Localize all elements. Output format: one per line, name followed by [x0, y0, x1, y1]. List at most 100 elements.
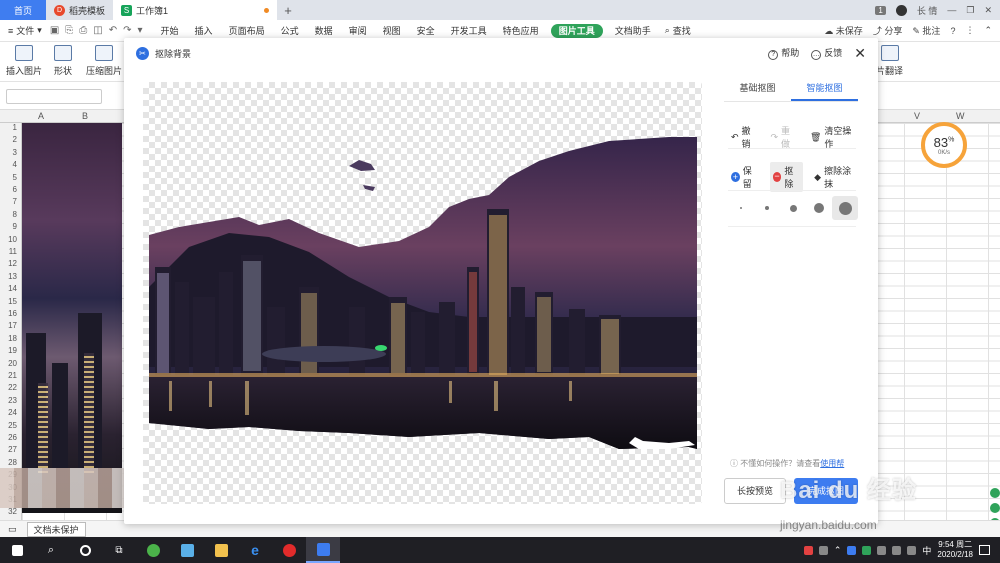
- more-icon[interactable]: ▾: [138, 25, 143, 36]
- save-icon[interactable]: ▣: [50, 25, 59, 36]
- row-header[interactable]: 6: [13, 185, 17, 194]
- brush-size-5[interactable]: [832, 196, 858, 220]
- row-header[interactable]: 28: [8, 458, 17, 467]
- network-speed-widget[interactable]: 83% 0K/s: [921, 122, 967, 168]
- row-header[interactable]: 4: [13, 160, 17, 169]
- app-icon[interactable]: [170, 537, 204, 563]
- keep-button[interactable]: + 保留: [728, 162, 762, 192]
- column-header[interactable]: A: [38, 111, 44, 121]
- row-header[interactable]: 9: [13, 222, 17, 231]
- network-icon[interactable]: [892, 545, 902, 555]
- tray-user-icon[interactable]: [818, 545, 828, 555]
- preview-icon[interactable]: ◫: [93, 25, 102, 36]
- notification-icon[interactable]: [979, 545, 990, 555]
- edge-icon[interactable]: e: [238, 537, 272, 563]
- compress-picture-button[interactable]: 压缩图片: [86, 45, 122, 77]
- new-tab-button[interactable]: +: [277, 3, 299, 18]
- user-avatar[interactable]: [895, 4, 907, 16]
- more-options-icon[interactable]: ⋮: [965, 25, 974, 36]
- menu-picture-tools[interactable]: 图片工具: [550, 23, 603, 38]
- row-header[interactable]: 3: [13, 148, 17, 157]
- cortana-icon[interactable]: [68, 537, 102, 563]
- hold-preview-button[interactable]: 长按预览: [724, 478, 786, 504]
- row-header[interactable]: 12: [8, 259, 17, 268]
- netease-music-icon[interactable]: [272, 537, 306, 563]
- picture-translate-button[interactable]: 片翻译: [876, 45, 903, 77]
- comment-button[interactable]: ✎ 批注: [912, 24, 940, 37]
- row-header[interactable]: 22: [8, 383, 17, 392]
- row-header[interactable]: 19: [8, 346, 17, 355]
- row-header[interactable]: 17: [8, 321, 17, 330]
- battery-icon[interactable]: [877, 545, 887, 555]
- row-header[interactable]: 20: [8, 359, 17, 368]
- row-header[interactable]: 25: [8, 421, 17, 430]
- feedback-button[interactable]: … 反馈: [811, 46, 842, 60]
- brush-size-4[interactable]: [806, 196, 832, 220]
- share-button[interactable]: ⤴ 分享: [873, 24, 903, 37]
- row-header[interactable]: 27: [8, 445, 17, 454]
- row-header[interactable]: 14: [8, 284, 17, 293]
- row-header[interactable]: 7: [13, 197, 17, 206]
- browser-360-icon[interactable]: [136, 537, 170, 563]
- side-button-icon[interactable]: [990, 488, 1000, 498]
- undo-icon[interactable]: ↶: [109, 25, 117, 36]
- wps-icon[interactable]: [306, 537, 340, 563]
- tray-app-icon[interactable]: [803, 545, 813, 555]
- row-header[interactable]: 8: [13, 210, 17, 219]
- brush-size-3[interactable]: [780, 196, 806, 220]
- remove-button[interactable]: − 抠除: [769, 162, 804, 192]
- row-header[interactable]: 21: [8, 371, 17, 380]
- layout-icon[interactable]: ▭: [8, 524, 17, 535]
- row-header[interactable]: 18: [8, 334, 17, 343]
- print-icon[interactable]: ⎙: [79, 25, 87, 36]
- wechat-icon[interactable]: [862, 545, 872, 555]
- protect-status[interactable]: 文档未保护: [26, 521, 86, 537]
- close-window-icon[interactable]: ✕: [984, 5, 992, 16]
- ime-indicator[interactable]: 中: [922, 544, 931, 557]
- row-header[interactable]: 26: [8, 433, 17, 442]
- folder-icon[interactable]: [204, 537, 238, 563]
- column-header[interactable]: B: [82, 111, 88, 121]
- row-header[interactable]: 5: [13, 173, 17, 182]
- column-header[interactable]: W: [956, 111, 965, 121]
- row-header[interactable]: 2: [13, 135, 17, 144]
- row-header[interactable]: 23: [8, 396, 17, 405]
- row-header[interactable]: 24: [8, 408, 17, 417]
- user-name[interactable]: 长 情: [917, 4, 938, 17]
- tray-app-icon[interactable]: [847, 545, 857, 555]
- search-icon[interactable]: ⌕: [34, 537, 68, 563]
- column-header[interactable]: V: [914, 111, 920, 121]
- name-box[interactable]: [6, 89, 102, 104]
- erase-button[interactable]: ◆ 擦除涂抹: [811, 162, 858, 192]
- cutout-photo[interactable]: [149, 137, 697, 449]
- usage-help-link[interactable]: 使用帮: [820, 459, 844, 468]
- row-header[interactable]: 1: [13, 123, 17, 132]
- export-icon[interactable]: ⎘: [65, 25, 73, 36]
- collapse-icon[interactable]: ⌃: [984, 25, 992, 36]
- row-header[interactable]: 10: [8, 235, 17, 244]
- clock[interactable]: 9:54 周二 2020/2/18: [937, 540, 973, 560]
- brush-size-2[interactable]: [754, 196, 780, 220]
- restore-icon[interactable]: ❐: [966, 5, 974, 16]
- row-header[interactable]: 15: [8, 297, 17, 306]
- menu-search[interactable]: ⌕ 查找: [659, 24, 691, 37]
- tab-basic-cutout[interactable]: 基础抠图: [724, 76, 791, 101]
- workbook-tab[interactable]: S 工作簿1: [113, 0, 278, 20]
- window-count-badge[interactable]: 1: [875, 5, 886, 15]
- help-icon[interactable]: ?: [950, 26, 955, 36]
- windows-start-icon[interactable]: [0, 537, 34, 563]
- row-header[interactable]: 13: [8, 272, 17, 281]
- task-view-icon[interactable]: ⧉: [102, 537, 136, 563]
- template-tab[interactable]: D 稻壳模板: [46, 0, 113, 20]
- volume-icon[interactable]: [907, 545, 917, 555]
- row-header[interactable]: 32: [8, 507, 17, 516]
- tab-smart-cutout[interactable]: 智能抠图: [791, 76, 858, 101]
- insert-picture-button[interactable]: 插入图片: [6, 45, 42, 77]
- unsaved-status[interactable]: ☁ 未保存: [824, 24, 863, 37]
- brush-size-1[interactable]: [728, 196, 754, 220]
- file-menu[interactable]: ≡ 文件 ▾: [0, 24, 50, 37]
- help-button[interactable]: ? 帮助: [768, 46, 799, 60]
- row-header[interactable]: 11: [9, 247, 17, 256]
- inserted-picture[interactable]: [22, 123, 122, 513]
- redo-icon[interactable]: ↷: [123, 25, 131, 36]
